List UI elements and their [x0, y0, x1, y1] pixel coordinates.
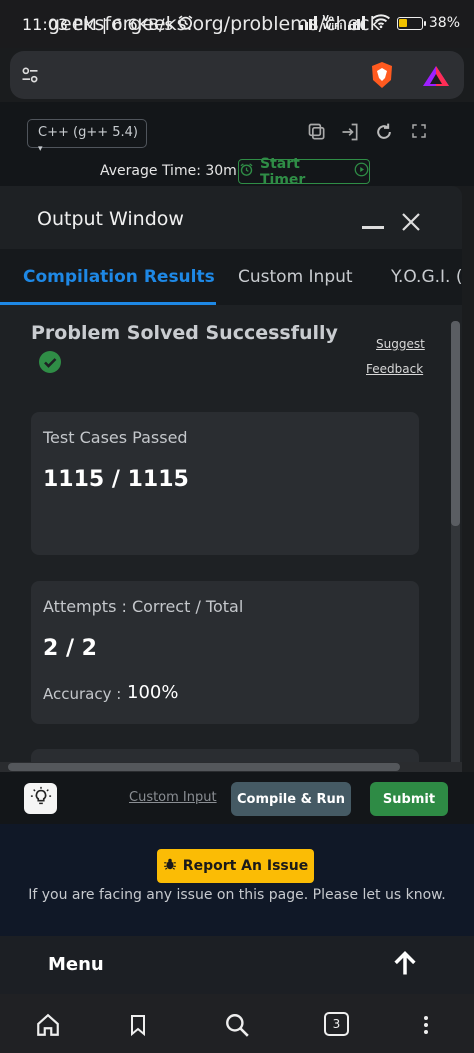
- submit-button[interactable]: Submit: [370, 782, 448, 816]
- home-icon[interactable]: [35, 1012, 61, 1038]
- report-issue-button[interactable]: Report An Issue: [157, 849, 314, 883]
- arrow-up-icon[interactable]: [391, 950, 419, 982]
- test-cases-label: Test Cases Passed: [43, 428, 188, 447]
- fullscreen-icon[interactable]: [410, 122, 432, 144]
- report-issue-label: Report An Issue: [182, 858, 309, 874]
- feedback-link[interactable]: Feedback: [366, 362, 423, 376]
- tab-compilation-results[interactable]: Compilation Results: [23, 267, 215, 287]
- tab-count-button[interactable]: 3: [324, 1012, 349, 1036]
- copy-icon[interactable]: [307, 122, 329, 144]
- lightbulb-icon: [30, 786, 52, 812]
- result-title: Problem Solved Successfully: [31, 322, 338, 344]
- bug-icon: [163, 857, 177, 875]
- attempts-card: Attempts : Correct / Total 2 / 2 Accurac…: [31, 581, 419, 724]
- vertical-scrollbar-thumb[interactable]: [451, 321, 460, 526]
- hint-button[interactable]: [24, 783, 57, 814]
- play-circle-icon: [354, 162, 369, 181]
- tabs-row: Compilation Results Custom Input Y.O.G.I…: [0, 249, 462, 305]
- reset-icon[interactable]: [374, 122, 396, 144]
- suggest-link[interactable]: Suggest: [376, 337, 425, 351]
- url-text[interactable]: geeksforgeeks.org/problems/check: [48, 13, 381, 35]
- test-cases-card: Test Cases Passed 1115 / 1115: [31, 412, 419, 555]
- language-value: C++ (g++ 5.4): [38, 125, 138, 140]
- accuracy-value: 100%: [127, 682, 179, 703]
- check-circle-icon: [39, 351, 61, 373]
- menu-button[interactable]: Menu: [48, 954, 104, 975]
- attempts-value: 2 / 2: [43, 636, 97, 661]
- footer-note: If you are facing any issue on this page…: [28, 887, 446, 903]
- battery-fill: [399, 19, 408, 27]
- export-icon[interactable]: [340, 122, 362, 144]
- start-timer-label: Start Timer: [260, 155, 306, 188]
- alarm-clock-icon: [239, 162, 254, 181]
- battery-percent: 38%: [428, 15, 460, 31]
- accuracy-label: Accuracy :: [43, 685, 122, 703]
- battery-icon: [396, 16, 426, 30]
- url-bar[interactable]: [10, 51, 464, 99]
- close-icon[interactable]: [401, 212, 421, 236]
- attempts-label: Attempts : Correct / Total: [43, 597, 244, 616]
- horizontal-scrollbar-thumb[interactable]: [8, 763, 400, 771]
- tab-custom-input[interactable]: Custom Input: [238, 267, 353, 287]
- brave-rewards-icon[interactable]: [421, 64, 451, 92]
- chevron-down-icon: ▾: [38, 144, 43, 154]
- tab-yogi[interactable]: Y.O.G.I. (A: [391, 267, 462, 287]
- custom-input-link[interactable]: Custom Input: [129, 790, 217, 805]
- more-vertical-icon[interactable]: [414, 1012, 440, 1038]
- bookmark-icon[interactable]: [126, 1012, 152, 1038]
- start-timer-button[interactable]: Start Timer: [238, 156, 370, 188]
- brave-shields-icon[interactable]: [369, 60, 395, 94]
- average-time: Average Time: 30m: [100, 163, 237, 179]
- active-tab-indicator: [0, 302, 216, 305]
- output-window: Output Window Compilation Results Custom…: [0, 186, 462, 772]
- search-icon[interactable]: [224, 1012, 250, 1038]
- site-settings-icon[interactable]: [20, 65, 40, 89]
- output-window-title: Output Window: [37, 208, 184, 230]
- minimize-icon[interactable]: [362, 226, 384, 229]
- compile-run-button[interactable]: Compile & Run: [231, 782, 351, 816]
- language-select[interactable]: C++ (g++ 5.4) ▾: [27, 119, 147, 154]
- test-cases-value: 1115 / 1115: [43, 467, 189, 492]
